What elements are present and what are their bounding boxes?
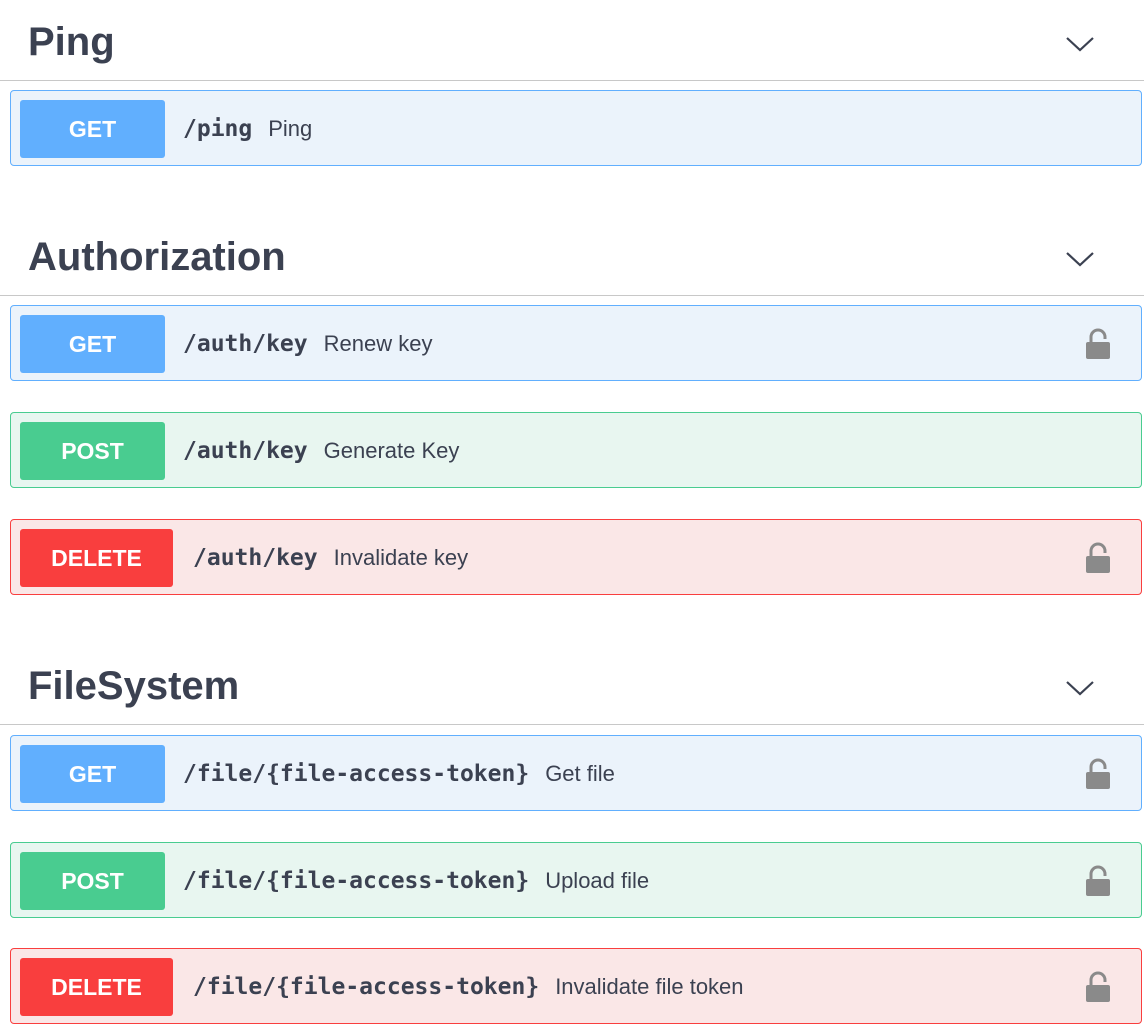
section-header-ping[interactable]: Ping [0,0,1144,81]
operation-path: /file/{file-access-token} [183,868,530,894]
chevron-down-icon[interactable] [1064,34,1096,54]
operation-path-group: /file/{file-access-token} Invalidate file… [193,949,744,1025]
section-header-authorization[interactable]: Authorization [0,215,1144,296]
operation-path-group: /file/{file-access-token} Get file [183,736,615,812]
operation-path: /auth/key [183,331,308,357]
method-badge: GET [20,745,165,803]
chevron-down-icon[interactable] [1064,678,1096,698]
lock-icon[interactable] [1084,971,1112,1003]
tag-section-authorization: Authorization [0,215,1144,296]
method-badge: POST [20,852,165,910]
operation-summary: Upload file [545,868,650,893]
chevron-down-icon[interactable] [1064,249,1096,269]
operation-summary: Generate Key [323,438,460,463]
operation-post-file[interactable]: POST /file/{file-access-token} Upload fil… [10,842,1142,918]
section-title: Authorization [28,235,286,279]
operation-path: /file/{file-access-token} [183,761,530,787]
operation-get-ping[interactable]: GET /ping Ping [10,90,1142,166]
operation-path-group: /auth/key Generate Key [183,413,459,489]
lock-icon[interactable] [1084,758,1112,790]
operation-summary: Invalidate key [333,545,469,570]
operation-get-auth-key[interactable]: GET /auth/key Renew key [10,305,1142,381]
operation-delete-file[interactable]: DELETE /file/{file-access-token} Invalida… [10,948,1142,1024]
lock-icon[interactable] [1084,865,1112,897]
operation-summary: Invalidate file token [555,974,744,999]
operation-summary: Get file [545,761,615,786]
operation-summary: Renew key [323,331,433,356]
lock-icon[interactable] [1084,542,1112,574]
tag-section-ping: Ping [0,0,1144,81]
operation-path-group: /file/{file-access-token} Upload file [183,843,649,919]
method-badge: DELETE [20,529,173,587]
section-title: FileSystem [28,664,240,708]
operation-path: /auth/key [183,438,308,464]
operation-path: /file/{file-access-token} [193,974,540,1000]
operation-summary: Ping [268,116,313,141]
method-badge: GET [20,100,165,158]
operation-path-group: /auth/key Renew key [183,306,432,382]
operation-path-group: /ping Ping [183,91,312,167]
operation-get-file[interactable]: GET /file/{file-access-token} Get file [10,735,1142,811]
operation-path: /auth/key [193,545,318,571]
tag-section-filesystem: FileSystem [0,644,1144,725]
operation-path-group: /auth/key Invalidate key [193,520,468,596]
operation-path: /ping [183,116,253,142]
section-header-filesystem[interactable]: FileSystem [0,644,1144,725]
section-title: Ping [28,20,115,64]
lock-icon[interactable] [1084,328,1112,360]
operation-post-auth-key[interactable]: POST /auth/key Generate Key [10,412,1142,488]
method-badge: GET [20,315,165,373]
method-badge: DELETE [20,958,173,1016]
operation-delete-auth-key[interactable]: DELETE /auth/key Invalidate key [10,519,1142,595]
method-badge: POST [20,422,165,480]
